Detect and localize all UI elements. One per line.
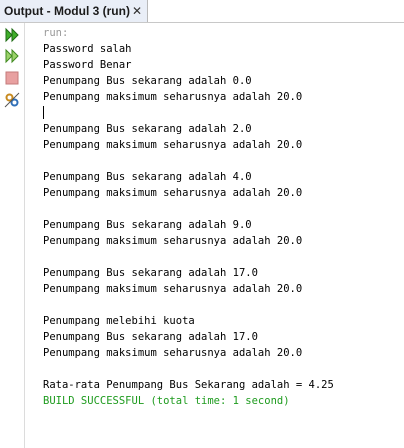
console-line: Penumpang maksimum seharusnya adalah 20.… [43, 187, 303, 199]
stop-icon[interactable] [3, 69, 21, 87]
rerun-icon[interactable] [3, 26, 21, 44]
console-line: Penumpang maksimum seharusnya adalah 20.… [43, 235, 303, 247]
output-tab-bar: Output - Modul 3 (run) ✕ [0, 0, 404, 23]
console-line: Penumpang Bus sekarang adalah 0.0 [43, 75, 252, 87]
rerun-with-options-icon[interactable] [3, 47, 21, 65]
output-console[interactable]: run: Password salah Password Benar Penum… [25, 23, 404, 448]
settings-icon[interactable] [3, 91, 21, 109]
console-line: Penumpang Bus sekarang adalah 9.0 [43, 219, 252, 231]
text-cursor [43, 106, 44, 119]
console-line: Penumpang maksimum seharusnya adalah 20.… [43, 139, 303, 151]
tab-title: Output - Modul 3 (run) [4, 4, 130, 18]
console-line: Penumpang maksimum seharusnya adalah 20.… [43, 283, 303, 295]
console-line: Penumpang Bus sekarang adalah 17.0 [43, 331, 258, 343]
console-line: Password salah [43, 43, 132, 55]
output-toolbar [0, 23, 25, 448]
tab-output-modul-3-run[interactable]: Output - Modul 3 (run) ✕ [0, 0, 148, 22]
console-line: run: [43, 27, 69, 39]
console-line: Penumpang Bus sekarang adalah 2.0 [43, 123, 252, 135]
console-line: Penumpang maksimum seharusnya adalah 20.… [43, 91, 303, 103]
console-line: Penumpang melebihi kuota [43, 315, 195, 327]
console-line: Rata-rata Penumpang Bus Sekarang adalah … [43, 379, 334, 391]
close-icon[interactable]: ✕ [132, 4, 142, 18]
console-line: Penumpang maksimum seharusnya adalah 20.… [43, 347, 303, 359]
console-line: Penumpang Bus sekarang adalah 4.0 [43, 171, 252, 183]
console-line: Penumpang Bus sekarang adalah 17.0 [43, 267, 258, 279]
console-line: Password Benar [43, 59, 132, 71]
build-status-line: BUILD SUCCESSFUL (total time: 1 second) [43, 395, 290, 407]
